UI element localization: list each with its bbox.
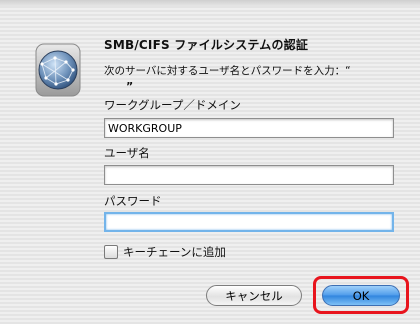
password-label: パスワード <box>104 194 162 208</box>
workgroup-field[interactable] <box>104 118 394 138</box>
keychain-option[interactable]: キーチェーンに追加 <box>104 244 226 260</box>
keychain-checkbox[interactable] <box>104 245 118 259</box>
dialog-title: SMB/CIFS ファイルシステムの認証 <box>104 38 309 52</box>
password-field[interactable] <box>104 212 394 232</box>
username-field[interactable] <box>104 165 394 185</box>
dialog-prompt: 次のサーバに対するユーザ名とパスワードを入力：“ <box>104 65 351 77</box>
server-name: ” <box>126 80 134 93</box>
network-globe-icon <box>28 40 88 100</box>
cancel-button[interactable]: キャンセル <box>206 285 302 306</box>
username-label: ユーザ名 <box>104 146 150 160</box>
workgroup-label: ワークグループ／ドメイン <box>104 98 241 112</box>
keychain-label: キーチェーンに追加 <box>123 245 226 259</box>
dialog-top-edge <box>0 0 420 6</box>
ok-button-highlight <box>313 276 409 314</box>
